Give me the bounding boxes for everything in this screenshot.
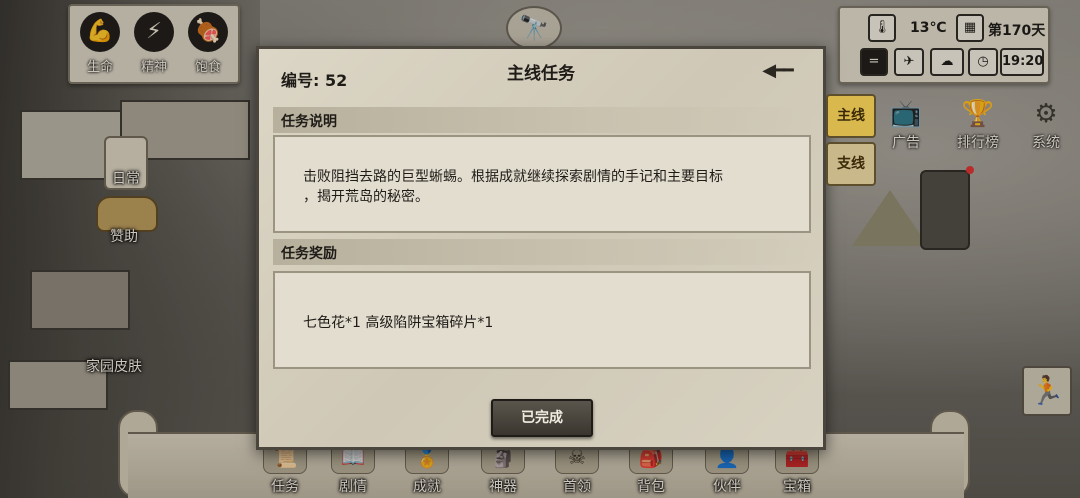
description-line-2: ，揭开荒岛的秘密。 [303, 189, 429, 205]
reward-header: 任务奖励 [273, 239, 813, 265]
description-header: 任务说明 [273, 107, 813, 133]
description-line-1: 击败阻挡去路的巨型蜥蜴。根据成就继续探索剧情的手记和主要目标 [303, 169, 723, 185]
description-heading: 任务说明 [281, 114, 337, 130]
completed-button[interactable]: 已完成 [491, 399, 593, 437]
close-arrow-icon[interactable]: ◀━━ [747, 61, 807, 83]
main-quest-dialog: 编号: 52 主线任务 ◀━━ 任务说明 击败阻挡去路的巨型蜥蜴。根据成就继续探… [256, 46, 826, 450]
reward-heading: 任务奖励 [281, 246, 337, 262]
tab-side-quest[interactable]: 支线 [826, 142, 876, 186]
tab-main-quest[interactable]: 主线 [826, 94, 876, 138]
dialog-title: 主线任务 [507, 64, 575, 84]
dialog-header: 编号: 52 主线任务 ◀━━ [259, 49, 823, 95]
reward-text: 七色花*1 高级陷阱宝箱碎片*1 [303, 315, 494, 331]
